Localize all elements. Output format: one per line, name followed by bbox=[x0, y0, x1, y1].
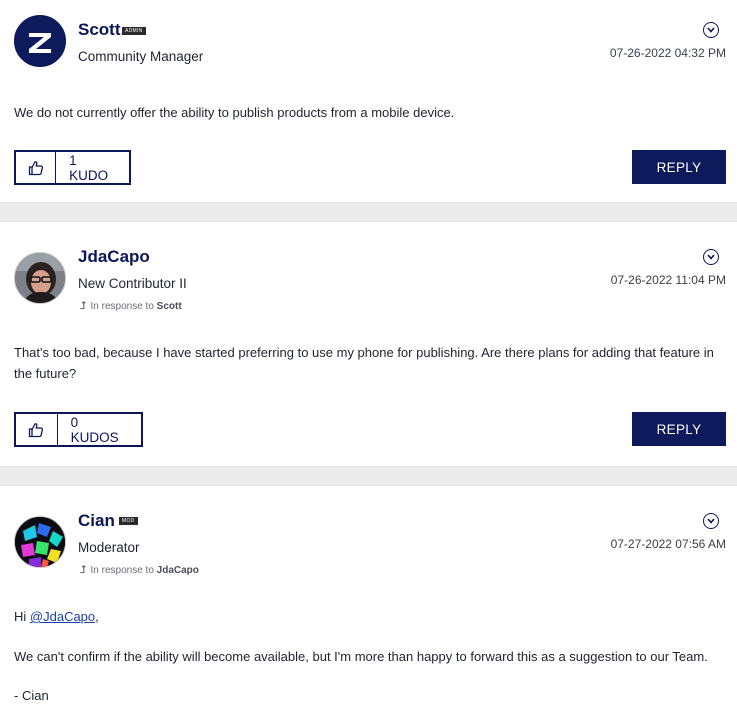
greeting-punctuation: , bbox=[95, 609, 99, 624]
in-response-to: ⮥ In response to JdaCapo bbox=[80, 564, 199, 577]
options-menu-button[interactable] bbox=[703, 22, 719, 38]
thumbs-up-icon bbox=[28, 160, 43, 175]
author-name[interactable]: JdaCapo bbox=[78, 247, 150, 267]
in-response-author-link[interactable]: JdaCapo bbox=[157, 565, 199, 576]
author-rank: New Contributor II bbox=[78, 276, 187, 291]
post-datetime: 07-26-2022 11:04 PM bbox=[610, 273, 726, 287]
author-rank: Moderator bbox=[78, 540, 140, 555]
role-badge: ADMIN bbox=[122, 27, 146, 35]
reply-button[interactable]: REPLY bbox=[632, 150, 726, 184]
kudo-count[interactable]: 1 KUDO bbox=[56, 152, 129, 183]
role-badge: MOD bbox=[119, 517, 138, 525]
zazzle-logo-icon bbox=[23, 24, 57, 58]
post-body: That's too bad, because I have started p… bbox=[14, 345, 714, 381]
user-photo-icon bbox=[15, 253, 65, 303]
kudo-control: 1 KUDO bbox=[14, 150, 131, 185]
post-signature: - Cian bbox=[14, 688, 49, 703]
kudo-button[interactable] bbox=[16, 152, 57, 183]
thumbs-up-icon bbox=[29, 422, 44, 437]
reply-button[interactable]: REPLY bbox=[632, 412, 726, 446]
chevron-down-icon bbox=[707, 27, 715, 33]
post-body: We can't confirm if the ability will bec… bbox=[14, 649, 708, 664]
kudo-control: 0 KUDOS bbox=[14, 412, 143, 447]
greeting-text: Hi bbox=[14, 609, 27, 624]
in-response-to: ⮥ In response to Scott bbox=[80, 300, 182, 313]
avatar[interactable] bbox=[14, 15, 66, 67]
in-response-label: In response to bbox=[90, 301, 154, 312]
in-response-label: In response to bbox=[90, 565, 154, 576]
avatar[interactable] bbox=[14, 252, 66, 304]
reply-arrow-icon: ⮥ bbox=[80, 300, 87, 312]
in-response-author-link[interactable]: Scott bbox=[157, 301, 182, 312]
post-body: We do not currently offer the ability to… bbox=[14, 105, 455, 120]
reply-arrow-icon: ⮥ bbox=[80, 564, 87, 576]
kudo-button[interactable] bbox=[16, 414, 58, 445]
avatar-graphic-icon bbox=[15, 517, 65, 567]
author-name[interactable]: Cian bbox=[78, 511, 115, 531]
author-name[interactable]: Scott bbox=[78, 20, 121, 40]
kudo-count[interactable]: 0 KUDOS bbox=[58, 414, 141, 445]
options-menu-button[interactable] bbox=[703, 513, 719, 529]
post-datetime: 07-26-2022 04:32 PM bbox=[609, 46, 726, 60]
avatar[interactable] bbox=[14, 516, 66, 568]
author-rank: Community Manager bbox=[78, 49, 204, 64]
user-mention-link[interactable]: @JdaCapo bbox=[30, 609, 95, 624]
options-menu-button[interactable] bbox=[703, 249, 719, 265]
post-body-greeting: Hi @JdaCapo, bbox=[14, 606, 717, 627]
chevron-down-icon bbox=[707, 254, 715, 260]
post-datetime: 07-27-2022 07:56 AM bbox=[610, 537, 726, 551]
post-card: Scott ADMIN Community Manager 07-26-2022… bbox=[0, 0, 737, 202]
post-card: JdaCapo New Contributor II ⮥ In response … bbox=[0, 222, 737, 466]
chevron-down-icon bbox=[707, 518, 715, 524]
post-card: Cian MOD Moderator ⮥ In response to JdaCa… bbox=[0, 486, 737, 712]
